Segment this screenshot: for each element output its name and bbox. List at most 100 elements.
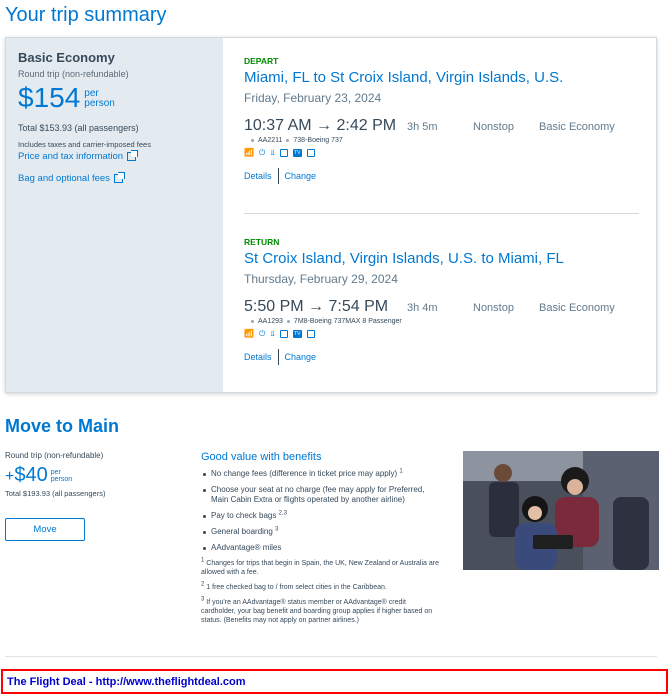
return-route: St Croix Island, Virgin Islands, U.S. to… [244,250,564,267]
passengers-photo [463,451,659,570]
return-times: 5:50 PM → 7:54 PM [244,298,389,315]
link-separator [277,168,279,184]
return-date: Thursday, February 29, 2024 [244,272,398,286]
usb-icon: ⫫ [270,329,275,338]
depart-times-row: 10:37 AM → 2:42 PM 3h 5m Nonstop Basic E… [244,117,639,135]
footnote: 2 1 free checked bag to / from select ci… [201,581,441,592]
return-segment: RETURN St Croix Island, Virgin Islands, … [244,237,639,365]
person-label: person [50,476,73,483]
price-amount: $154 [18,82,81,113]
external-link-icon [127,150,139,161]
phone-entertainment-icon [279,329,288,338]
move-button[interactable]: Move [5,518,85,541]
benefit-text: General boarding [211,527,273,536]
power-icon: ⏻ [258,329,266,338]
per-person-label: per person [84,89,115,109]
wifi-icon: 📶 [244,329,254,338]
bullet-dot [251,319,254,323]
footnote-text: If you're an AAdvantage® status member o… [201,599,433,624]
per-person-label: per person [51,469,72,483]
move-to-main-price: + $40 per person [5,464,175,486]
entertainment-app-icon [306,329,315,338]
list-item: Choose your seat at no charge (fee may a… [201,485,441,505]
return-flight-info: AA1293 7M8-Boeing 737MAX 8 Passenger [247,318,639,325]
list-item: Pay to check bags 2,3 [201,510,441,521]
per-label: per [50,469,61,476]
footnote-text: 1 free checked bag to / from select citi… [206,584,387,591]
benefit-text: No change fees (difference in ticket pri… [211,469,398,478]
depart-aircraft: 738-Boeing 737 [293,137,343,144]
bullet-dot [251,138,254,142]
phone-entertainment-icon [279,148,288,157]
depart-links: Details Change [244,168,639,184]
footnote-ref: 2,3 [278,510,287,517]
move-to-main-subtitle: Round trip (non-refundable) [5,451,104,460]
entertainment-app-icon [306,148,315,157]
depart-date: Friday, February 23, 2024 [244,91,382,105]
passengers-photo-illustration [463,451,659,570]
link-separator [277,349,279,365]
footnote-number: 2 [201,581,205,588]
benefits-panel: Good value with benefits No change fees … [201,451,441,631]
footnote-text: Changes for trips that begin in Spain, t… [201,560,439,576]
page-title: Your trip summary [5,4,167,26]
person-label: person [84,98,115,109]
tv-icon: TV [292,329,302,338]
fare-total: Total $153.93 (all passengers) [18,123,139,133]
benefits-list: No change fees (difference in ticket pri… [201,468,441,553]
return-cabin: Basic Economy [539,302,615,314]
return-links: Details Change [244,349,639,365]
move-to-main-total: Total $193.93 (all passengers) [5,489,106,498]
footer-banner-text[interactable]: The Flight Deal - http://www.theflightde… [7,676,246,688]
move-to-main-title: Move to Main [5,416,120,436]
benefits-title: Good value with benefits [201,451,322,463]
return-flight-number: AA1293 [258,318,283,325]
return-duration: 3h 4m [407,302,438,314]
benefit-text: Pay to check bags [211,511,277,520]
segment-divider [244,213,639,214]
return-aircraft: 7M8-Boeing 737MAX 8 Passenger [293,318,402,325]
footer-banner: The Flight Deal - http://www.theflightde… [1,669,668,694]
footnote-number: 1 [201,557,205,564]
depart-segment: DEPART Miami, FL to St Croix Island, Vir… [244,56,639,184]
footnote: 3 If you're an AAdvantage® status member… [201,596,441,625]
benefit-text: Choose your seat at no charge (fee may a… [211,485,425,504]
return-details-link[interactable]: Details [244,352,272,362]
bag-fees-link[interactable]: Bag and optional fees [18,172,211,184]
depart-stops: Nonstop [473,121,514,133]
fare-summary-panel: Basic Economy Round trip (non-refundable… [6,38,223,392]
return-label: RETURN [244,237,280,247]
wifi-icon: 📶 [244,148,254,157]
return-times-row: 5:50 PM → 7:54 PM 3h 4m Nonstop Basic Ec… [244,298,639,316]
depart-times: 10:37 AM → 2:42 PM [244,117,397,134]
usb-icon: ⫫ [270,148,275,157]
power-icon: ⏻ [258,148,266,157]
footnote-number: 3 [201,596,205,603]
depart-details-link[interactable]: Details [244,171,272,181]
tv-icon: TV [292,148,302,157]
benefit-text: AAdvantage® miles [211,543,282,552]
section-divider [5,656,657,657]
bag-fees-label: Bag and optional fees [18,173,110,184]
footnote-ref: 3 [275,526,279,533]
fare-includes-note: Includes taxes and carrier-imposed fees [18,140,151,149]
fare-name: Basic Economy [18,50,115,65]
list-item: No change fees (difference in ticket pri… [201,468,441,479]
list-item: General boarding 3 [201,526,441,537]
depart-label: DEPART [244,56,279,66]
return-stops: Nonstop [473,302,514,314]
trip-summary-card: Basic Economy Round trip (non-refundable… [5,37,657,393]
depart-change-link[interactable]: Change [285,171,317,181]
upgrade-price-amount: $40 [14,464,48,486]
return-change-link[interactable]: Change [285,352,317,362]
depart-route: Miami, FL to St Croix Island, Virgin Isl… [244,69,564,86]
fare-price: $154 per person [18,83,211,113]
depart-amenities: 📶 ⏻ ⫫ TV [244,148,639,157]
return-amenities: 📶 ⏻ ⫫ TV [244,329,639,338]
depart-flight-number: AA2211 [258,137,283,144]
bullet-dot [286,319,290,323]
price-tax-info-link[interactable]: Price and tax information [18,150,211,162]
price-tax-info-label: Price and tax information [18,151,124,162]
list-item: AAdvantage® miles [201,543,441,553]
depart-duration: 3h 5m [407,121,438,133]
